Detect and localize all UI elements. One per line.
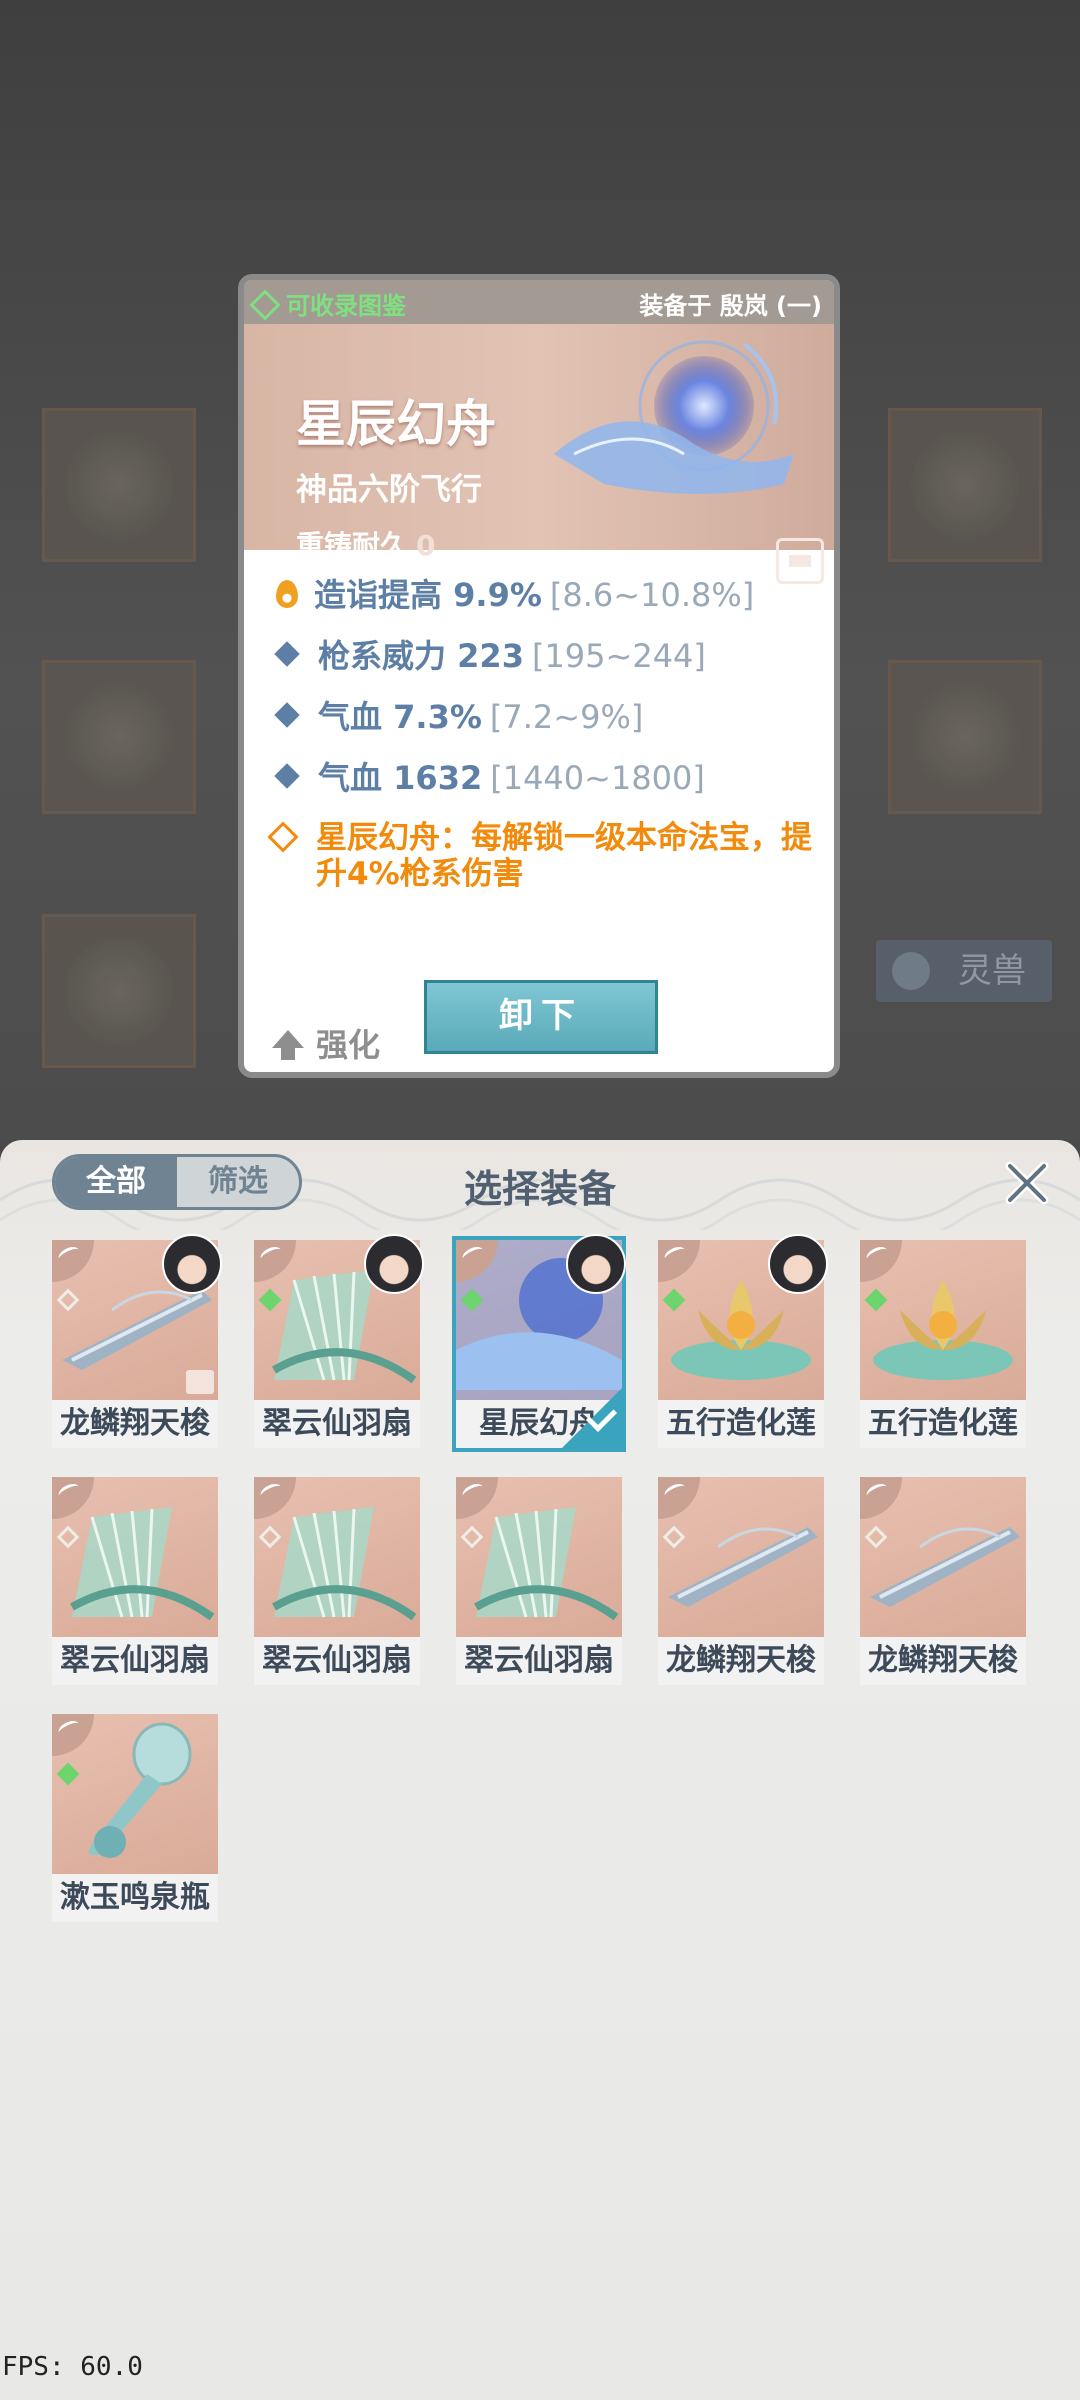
- attribute-value: 223: [457, 637, 524, 675]
- card-top-bar: 可收录图鉴 装备于 殷岚 (一): [244, 280, 834, 324]
- equipment-slot[interactable]: 翠云仙羽扇: [456, 1477, 622, 1685]
- attribute-name: 枪系威力: [318, 637, 447, 675]
- panel-title: 选择装备: [463, 1167, 616, 1211]
- equipped-on-label: 装备于 殷岚 (一): [639, 292, 822, 320]
- enhance-label: 强化: [316, 1026, 381, 1064]
- attribute-range: [195~244]: [531, 637, 706, 675]
- equipment-label: 翠云仙羽扇: [254, 1637, 420, 1685]
- equipment-name: 星辰幻舟: [296, 395, 496, 453]
- attribute-value: 7.3%: [393, 698, 482, 736]
- select-equipment-panel: 全部 筛选 选择装备 龙鳞翔天梭 翠云仙羽扇 星辰幻舟 五行造化莲 五行造化莲 翠云仙羽扇…: [0, 1140, 1080, 2400]
- collect-icon: [249, 289, 281, 321]
- equipment-label: 漱玉鸣泉瓶: [52, 1874, 218, 1922]
- equipment-slot[interactable]: 龙鳞翔天梭: [658, 1477, 824, 1685]
- background-equip-slot: [42, 408, 196, 562]
- starboat-artwork: [554, 340, 794, 494]
- attribute-row: 气血 7.3% [7.2~9%]: [272, 692, 754, 753]
- attribute-name: 气血: [318, 759, 383, 797]
- spirit-beast-icon: [892, 952, 930, 990]
- equipment-label: 龙鳞翔天梭: [658, 1637, 824, 1685]
- attribute-row: 造诣提高 9.9% [8.6~10.8%]: [272, 570, 754, 631]
- attribute-range: [1440~1800]: [490, 759, 705, 797]
- lock-icon: [186, 1370, 214, 1394]
- attribute-range: [7.2~9%]: [489, 698, 644, 736]
- spirit-beast-label: 灵兽: [958, 951, 1026, 991]
- equipment-label: 龙鳞翔天梭: [860, 1637, 1026, 1685]
- attribute-row: 枪系威力 223 [195~244]: [272, 631, 754, 692]
- attribute-name: 造诣提高: [314, 576, 443, 614]
- background-equip-slot: [42, 914, 196, 1068]
- equipment-label: 五行造化莲: [860, 1400, 1026, 1448]
- unequip-button[interactable]: 卸下: [424, 980, 658, 1054]
- flame-icon: [276, 580, 298, 608]
- equipment-label: 翠云仙羽扇: [52, 1637, 218, 1685]
- character-avatar: [364, 1234, 424, 1294]
- equipment-label: 翠云仙羽扇: [456, 1637, 622, 1685]
- diamond-icon: [274, 641, 300, 667]
- equipment-detail-card: 可收录图鉴 装备于 殷岚 (一) 星辰幻舟 神品六阶飞行 重铸耐久 0 造诣提高 …: [238, 274, 840, 1078]
- enhance-button[interactable]: 强化: [272, 1020, 380, 1066]
- equipment-label: 五行造化莲: [658, 1400, 824, 1448]
- equipment-slot[interactable]: 翠云仙羽扇: [254, 1234, 424, 1448]
- background-equip-slot: [888, 660, 1042, 814]
- fps-counter: FPS: 60.0: [2, 2352, 143, 2382]
- attribute-value: 9.9%: [453, 576, 542, 614]
- attribute-name: 气血: [318, 698, 383, 736]
- attribute-range: [8.6~10.8%]: [549, 576, 755, 614]
- background-equip-slot: [42, 660, 196, 814]
- card-header: 星辰幻舟 神品六阶飞行 重铸耐久 0: [244, 324, 834, 584]
- attribute-value: 1632: [393, 759, 483, 797]
- equipment-slot[interactable]: 翠云仙羽扇: [52, 1477, 218, 1685]
- equipment-slot[interactable]: 五行造化莲: [658, 1234, 828, 1448]
- character-avatar: [162, 1234, 222, 1294]
- equipment-slot[interactable]: 龙鳞翔天梭: [860, 1477, 1026, 1685]
- durability-value: 0: [416, 529, 436, 562]
- equipment-slot[interactable]: 漱玉鸣泉瓶: [52, 1714, 218, 1922]
- equipment-label: 龙鳞翔天梭: [52, 1400, 218, 1448]
- close-icon[interactable]: [1004, 1160, 1050, 1206]
- equipment-grade: 神品六阶飞行: [296, 472, 482, 508]
- lock-icon[interactable]: [776, 538, 824, 584]
- character-avatar: [768, 1234, 828, 1294]
- diamond-icon: [274, 702, 300, 728]
- skill-description: 星辰幻舟：每解锁一级本命法宝，提升4%枪系伤害: [267, 820, 824, 892]
- equipment-slot[interactable]: 龙鳞翔天梭: [52, 1234, 222, 1448]
- reforge-durability: 重铸耐久 0: [296, 524, 436, 564]
- diamond-icon: [274, 763, 300, 789]
- collectible-label: 可收录图鉴: [286, 292, 406, 320]
- equipment-slot[interactable]: 翠云仙羽扇: [254, 1477, 420, 1685]
- background-equip-slot: [888, 408, 1042, 562]
- durability-label: 重铸耐久: [296, 529, 409, 562]
- collectible-badge: 可收录图鉴: [249, 286, 406, 321]
- character-avatar: [566, 1234, 626, 1294]
- equipment-slot[interactable]: 星辰幻舟: [452, 1234, 626, 1452]
- spirit-beast-tag: 灵兽: [876, 940, 1052, 1002]
- attribute-list: 造诣提高 9.9% [8.6~10.8%] 枪系威力 223 [195~244] 气…: [272, 570, 754, 814]
- attribute-row: 气血 1632 [1440~1800]: [272, 753, 754, 814]
- equipment-slot[interactable]: 五行造化莲: [860, 1240, 1026, 1448]
- skill-text: 星辰幻舟：每解锁一级本命法宝，提升4%枪系伤害: [316, 820, 812, 892]
- arrow-up-icon: [272, 1030, 304, 1060]
- equipment-label: 翠云仙羽扇: [254, 1400, 420, 1448]
- checkmark-icon: [562, 1388, 622, 1448]
